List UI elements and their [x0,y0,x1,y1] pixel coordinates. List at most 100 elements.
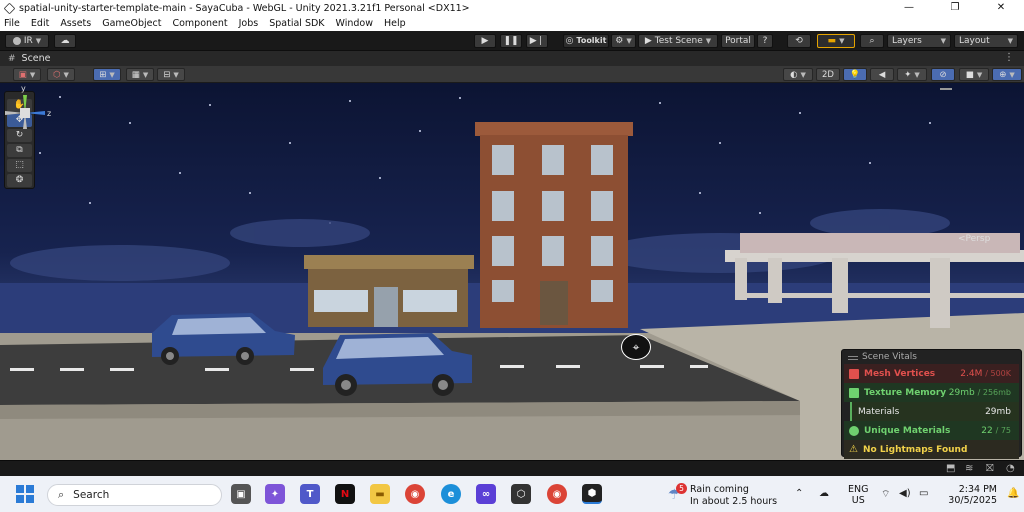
mesh-icon [849,368,859,379]
step-button[interactable]: ▶❘ [526,34,548,48]
debug-icon[interactable]: ⛝ [986,463,994,474]
location-pin-icon[interactable]: ⌖ [621,334,651,360]
camera-icon: ■ [965,69,974,80]
task-view-icon[interactable]: ▣ [231,484,251,504]
gizmo-drag-handle[interactable] [940,88,952,90]
tab-scene[interactable]: Scene [22,53,51,64]
gizmos-dropdown[interactable]: ⊕ ▼ [992,68,1022,81]
volume-icon[interactable]: ◀) [899,488,911,499]
chrome-icon[interactable]: ◉ [405,484,425,504]
collab-dropdown[interactable]: ▬ ▼ [817,34,855,48]
more-options-icon[interactable]: ⋮ [1004,52,1014,63]
cloud-icon: ☁ [60,36,70,46]
wifi-icon[interactable]: ⌔ [881,488,890,501]
perspective-label[interactable]: <Persp [958,234,990,244]
vitals-row-lightmaps[interactable]: ⚠ No Lightmaps Found [844,440,1019,459]
play-button[interactable]: ▶ [474,34,496,48]
vitals-row-materials[interactable]: Materials 29mb [850,402,1019,421]
menu-component[interactable]: Component [172,18,227,29]
chevron-up-icon[interactable]: ⌃ [795,488,803,499]
increment-snap-dropdown[interactable]: ⊟ ▼ [157,68,185,81]
chevron-down-icon: ▼ [1009,70,1015,79]
edge-icon[interactable]: e [441,484,461,504]
progress-icon[interactable]: ◔ [1006,463,1015,474]
shading-mode-dropdown[interactable]: ◐ ▼ [783,68,813,81]
scene-vitals-title[interactable]: Scene Vitals [842,350,1021,364]
chrome-profile-icon[interactable]: ◉ [547,484,567,504]
netflix-icon[interactable]: N [335,484,355,504]
menu-gameobject[interactable]: GameObject [102,18,161,29]
menu-edit[interactable]: Edit [31,18,49,29]
unity-editor-icon[interactable]: ⬢ [582,484,602,504]
shaded-icon: ▣ [18,69,27,80]
toolkit-button[interactable]: ◎ Toolkit [563,34,609,48]
unity-hub-icon[interactable]: ⬡ [511,484,531,504]
scale-tool-icon[interactable]: ⧉ [7,144,32,157]
menu-file[interactable]: File [4,18,20,29]
transform-tool-icon[interactable]: ❂ [7,174,32,187]
main-toolbar: IR ▼ ☁ ▶ ❚❚ ▶❘ ◎ Toolkit ⚙ ▼ ▶ Test Scene… [0,31,1024,51]
maximize-button[interactable]: ❐ [932,0,978,16]
vitals-name: No Lightmaps Found [862,444,968,455]
vitals-row-unique-materials[interactable]: Unique Materials 22 / 75 [844,421,1019,440]
minimize-button[interactable]: — [886,0,932,16]
grid-dropdown[interactable]: ▦ ▼ [126,68,154,81]
pause-button[interactable]: ❚❚ [500,34,522,48]
cloud-button[interactable]: ☁ [54,34,76,48]
object-mode-dropdown[interactable]: ⬡ ▼ [47,68,75,81]
clock-date: 30/5/2025 [948,495,997,506]
battery-icon[interactable]: ▭ [919,488,928,499]
cache-icon[interactable]: ⬒ [946,463,955,474]
notifications-bell-icon[interactable]: 🔔 [1007,488,1019,499]
layout-dropdown[interactable]: Layout ▼ [954,34,1018,48]
weather-widget[interactable]: ☂ 5 Rain coming In about 2.5 hours [668,481,788,507]
copilot-icon[interactable]: ✦ [265,484,285,504]
unity-editor-window: spatial-unity-starter-template-main - Sa… [0,0,1024,512]
menu-jobs[interactable]: Jobs [239,18,259,29]
windows-taskbar: ⌕ Search ▣ ✦ T N ▬ ◉ e ∞ ⬡ ◉ ⬢ ☂ 5 Rain … [0,476,1024,512]
menu-spatial-sdk[interactable]: Spatial SDK [269,18,324,29]
vitals-row-texture-memory[interactable]: Texture Memory 29mb / 256mb [844,383,1019,402]
chevron-down-icon: ▼ [35,37,42,45]
menu-help[interactable]: Help [384,18,406,29]
pause-icon: ❚❚ [503,36,519,46]
audio-toggle[interactable]: ◀ [870,68,894,81]
visual-studio-icon[interactable]: ∞ [476,484,496,504]
draw-mode-dropdown[interactable]: ▣ ▼ [13,68,41,81]
close-button[interactable]: ✕ [978,0,1024,16]
hidden-objects-toggle[interactable]: ⊘ [931,68,955,81]
lightbulb-icon: 💡 [849,69,861,80]
vitals-name: Unique Materials [864,425,951,436]
chevron-down-icon: ▼ [839,37,845,45]
portal-button[interactable]: Portal [721,34,755,48]
file-explorer-icon[interactable]: ▬ [370,484,390,504]
orientation-gizmo[interactable]: y z [0,83,54,143]
rect-tool-icon[interactable]: ⬚ [7,159,32,172]
camera-dropdown[interactable]: ■ ▼ [959,68,989,81]
windows-start-icon[interactable] [15,484,35,504]
lighting-toggle[interactable]: 💡 [843,68,867,81]
onedrive-cloud-icon[interactable]: ☁ [819,488,829,499]
search-button[interactable]: ⌕ [860,34,884,48]
play-icon: ▶ [644,36,652,46]
toggle-2d-button[interactable]: 2D [816,68,840,81]
account-dropdown[interactable]: IR ▼ [5,34,49,48]
taskbar-search[interactable]: ⌕ Search [47,484,222,506]
unity-logo-icon [3,2,16,14]
effects-dropdown[interactable]: ✦ ▼ [897,68,927,81]
test-scene-button[interactable]: ▶ Test Scene ▼ [638,34,718,48]
layers-dropdown[interactable]: Layers ▼ [887,34,951,48]
help-button[interactable]: ? [757,34,773,48]
language-indicator[interactable]: ENG US [848,484,868,506]
layers-icon[interactable]: ≋ [965,463,973,474]
chevron-down-icon: ▼ [109,70,115,79]
vitals-row-mesh-vertices[interactable]: Mesh Vertices 2.4M / 500K [844,364,1019,383]
teams-icon[interactable]: T [300,484,320,504]
settings-dropdown[interactable]: ⚙ ▼ [611,34,636,48]
undo-history-button[interactable]: ⟲ [787,34,811,48]
clock[interactable]: 2:34 PM 30/5/2025 [937,484,997,506]
snap-dropdown[interactable]: ⊞ ▼ [93,68,121,81]
menu-window[interactable]: Window [336,18,373,29]
menu-assets[interactable]: Assets [60,18,91,29]
hash-icon: # [8,53,16,64]
